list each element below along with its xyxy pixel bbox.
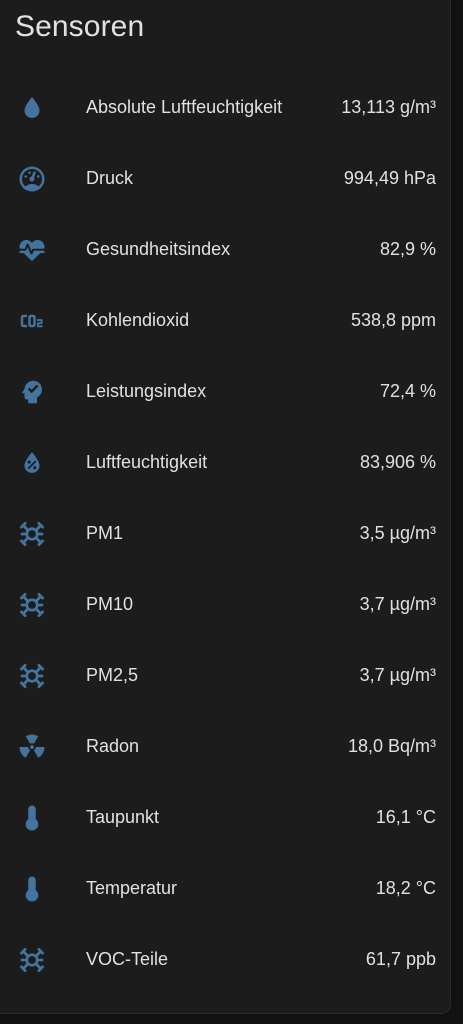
co2-icon	[17, 306, 47, 336]
sensor-value: 3,7 µg/m³	[359, 594, 436, 614]
sensor-value: 82,9 %	[379, 239, 436, 259]
sensor-value: 61,7 ppb	[365, 949, 436, 969]
sensor-value: 994,49 hPa	[343, 168, 436, 188]
sensor-value: 83,906 %	[359, 452, 436, 472]
sensor-row-pm2-5[interactable]: PM2,5 3,7 µg/m³	[0, 640, 451, 711]
sensor-value: 16,1 °C	[375, 807, 436, 827]
sensor-value: 18,0 Bq/m³	[347, 736, 436, 756]
sensor-row-pm1[interactable]: PM1 3,5 µg/m³	[0, 498, 451, 569]
heart-pulse-icon	[17, 235, 47, 265]
sensor-row-humidity[interactable]: Luftfeuchtigkeit 83,906 %	[0, 427, 451, 498]
sensor-row-radon[interactable]: Radon 18,0 Bq/m³	[0, 711, 451, 782]
thermometer-icon	[17, 874, 47, 904]
thermometer-icon	[17, 803, 47, 833]
sensor-value: 72,4 %	[379, 381, 436, 401]
sensor-name: Luftfeuchtigkeit	[86, 452, 208, 472]
water-drop-icon	[17, 93, 47, 123]
sensors-card: Sensoren Absolute Luftfeuchtigkeit 13,11…	[0, 0, 451, 1014]
sensor-name: Taupunkt	[86, 807, 160, 827]
sensor-name: Absolute Luftfeuchtigkeit	[86, 97, 283, 117]
radioactive-icon	[17, 732, 47, 762]
gauge-icon	[17, 164, 47, 194]
sensor-name: PM10	[86, 594, 134, 614]
sensor-name: Kohlendioxid	[86, 310, 190, 330]
sensor-row-health-index[interactable]: Gesundheitsindex 82,9 %	[0, 214, 451, 285]
sensor-row-performance-index[interactable]: Leistungsindex 72,4 %	[0, 356, 451, 427]
sensor-name: VOC-Teile	[86, 949, 169, 969]
sensor-name: Gesundheitsindex	[86, 239, 231, 259]
particles-icon	[17, 519, 47, 549]
particles-icon	[17, 945, 47, 975]
sensor-name: Temperatur	[86, 878, 178, 898]
sensor-name: Radon	[86, 736, 140, 756]
sensor-name: Druck	[86, 168, 134, 188]
card-title: Sensoren	[15, 10, 145, 43]
sensor-value: 3,5 µg/m³	[359, 523, 436, 543]
head-check-icon	[17, 377, 47, 407]
water-percent-icon	[17, 448, 47, 478]
sensor-value: 3,7 µg/m³	[359, 665, 436, 685]
sensor-row-dew-point[interactable]: Taupunkt 16,1 °C	[0, 782, 451, 853]
sensor-row-voc[interactable]: VOC-Teile 61,7 ppb	[0, 924, 451, 995]
sensor-row-pm10[interactable]: PM10 3,7 µg/m³	[0, 569, 451, 640]
sensor-value: 13,113 g/m³	[341, 97, 436, 117]
sensor-value: 18,2 °C	[375, 878, 436, 898]
sensor-value: 538,8 ppm	[350, 310, 436, 330]
sensor-row-temperature[interactable]: Temperatur 18,2 °C	[0, 853, 451, 924]
sensor-name: PM1	[86, 523, 124, 543]
sensor-name: Leistungsindex	[86, 381, 207, 401]
sensor-row-co2[interactable]: Kohlendioxid 538,8 ppm	[0, 285, 451, 356]
sensor-row-pressure[interactable]: Druck 994,49 hPa	[0, 143, 451, 214]
particles-icon	[17, 661, 47, 691]
sensor-list: Absolute Luftfeuchtigkeit 13,113 g/m³ Dr…	[0, 72, 451, 995]
sensor-row-absolute-humidity[interactable]: Absolute Luftfeuchtigkeit 13,113 g/m³	[0, 72, 451, 143]
particles-icon	[17, 590, 47, 620]
sensor-name: PM2,5	[86, 665, 139, 685]
